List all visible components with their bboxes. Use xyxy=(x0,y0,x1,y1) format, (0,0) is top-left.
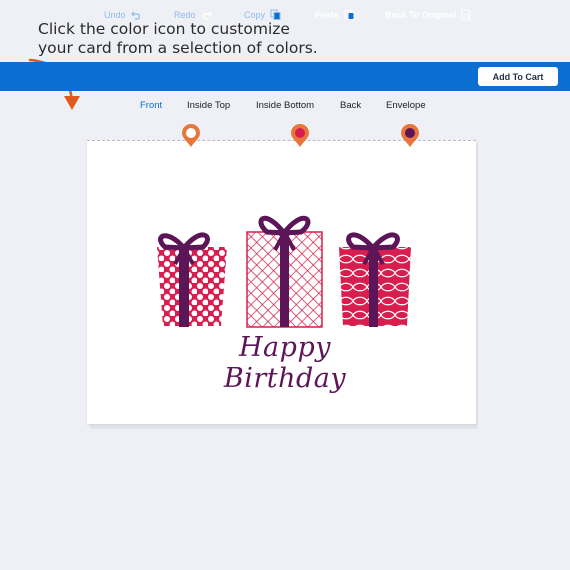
gift-box-lattice xyxy=(246,215,323,328)
back-to-original-label: Back To Original xyxy=(385,9,456,20)
greeting-text[interactable]: Happy Birthday xyxy=(190,332,380,394)
restore-icon xyxy=(461,9,471,20)
back-to-original-button[interactable]: Back To Original xyxy=(385,0,472,29)
tab-back[interactable]: Back xyxy=(340,100,361,111)
undo-button[interactable]: Undo xyxy=(104,0,142,29)
paste-icon xyxy=(344,10,355,20)
redo-button[interactable]: Redo xyxy=(174,0,212,29)
copy-icon xyxy=(270,9,281,20)
color-pin-plum-icon[interactable] xyxy=(400,124,420,148)
gift-box-ornate xyxy=(339,232,411,327)
undo-icon xyxy=(130,11,140,20)
tab-front[interactable]: Front xyxy=(140,100,162,111)
redo-icon xyxy=(202,11,212,20)
add-to-cart-button[interactable]: Add To Cart xyxy=(478,67,558,86)
tab-envelope[interactable]: Envelope xyxy=(386,100,426,111)
gift-box-polka xyxy=(157,232,227,327)
copy-button[interactable]: Copy xyxy=(244,0,281,29)
color-pin-crimson-icon[interactable] xyxy=(290,124,310,148)
card-side-tabs: Front Inside Top Inside Bottom Back Enve… xyxy=(0,100,570,116)
redo-label: Redo xyxy=(174,9,196,20)
undo-label: Undo xyxy=(104,9,126,20)
copy-label: Copy xyxy=(244,9,266,20)
paste-label: Paste xyxy=(315,9,340,20)
color-pin-orange-icon[interactable] xyxy=(181,124,201,148)
tab-inside-top[interactable]: Inside Top xyxy=(187,100,230,111)
paste-button[interactable]: Paste xyxy=(315,0,355,29)
tab-inside-bottom[interactable]: Inside Bottom xyxy=(256,100,314,111)
